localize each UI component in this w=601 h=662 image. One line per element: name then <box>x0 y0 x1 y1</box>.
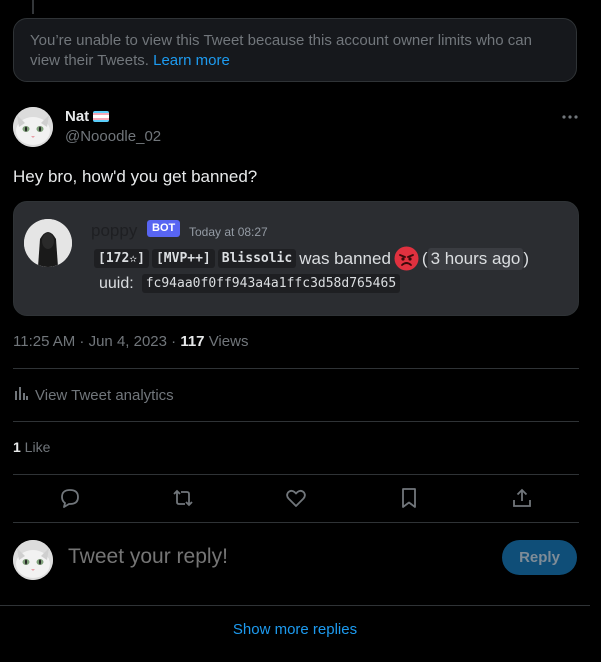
discord-timestamp: Today at 08:27 <box>189 225 268 239</box>
reply-button[interactable]: Reply <box>502 540 577 575</box>
divider <box>0 605 590 606</box>
more-icon[interactable] <box>560 108 580 128</box>
learn-more-link[interactable]: Learn more <box>153 52 230 69</box>
views-label: Views <box>204 333 249 350</box>
thread-line <box>32 0 34 14</box>
divider <box>13 368 579 369</box>
tweet-image[interactable]: poppy BOT Today at 08:27 [172✫] [MVP++] … <box>13 201 579 316</box>
show-more-replies-link[interactable]: Show more replies <box>0 621 590 638</box>
player-code: Blissolic <box>217 249 297 268</box>
ban-message: [172✫] [MVP++] Blissolic was banned ( 3 … <box>94 246 529 271</box>
retweet-icon[interactable] <box>171 486 195 510</box>
divider <box>13 474 579 475</box>
scrollbar[interactable] <box>590 0 601 662</box>
views-count: 117 <box>180 333 205 350</box>
likes-link[interactable]: 1 Like <box>13 439 50 455</box>
discord-username: poppy <box>91 221 138 240</box>
likes-count: 1 <box>13 439 21 455</box>
author-handle[interactable]: @Nooodle_02 <box>65 128 161 145</box>
uuid-label: uuid: <box>99 274 134 292</box>
share-icon[interactable] <box>510 486 534 510</box>
tier-code: [MVP++] <box>151 249 215 268</box>
analytics-label: View Tweet analytics <box>35 386 174 404</box>
author-name[interactable]: Nat <box>65 108 110 125</box>
banned-text: was banned <box>299 248 391 268</box>
analytics-icon <box>13 385 29 405</box>
ban-ago: 3 hours ago <box>427 247 524 270</box>
bookmark-icon[interactable] <box>397 486 421 510</box>
likes-label: Like <box>20 439 51 455</box>
angry-emoji-icon <box>394 246 419 271</box>
tweet-time[interactable]: 11:25 AM · Jun 4, 2023 · <box>13 333 180 350</box>
tweet-meta: 11:25 AM · Jun 4, 2023 · 117 Views <box>13 333 248 350</box>
ago-open: ( <box>421 248 428 268</box>
rank-code: [172✫] <box>94 249 149 268</box>
author-avatar[interactable] <box>13 107 53 147</box>
reply-input[interactable] <box>68 545 468 569</box>
divider <box>13 421 579 422</box>
tweet-text: Hey bro, how'd you get banned? <box>13 167 258 186</box>
like-icon[interactable] <box>284 486 308 510</box>
restricted-tweet-notice: You’re unable to view this Tweet because… <box>13 18 577 82</box>
restricted-message: You’re unable to view this Tweet because… <box>30 32 532 69</box>
uuid-line: uuid: fc94aa0f0ff943a4a1ffc3d58d765465 <box>99 274 403 293</box>
ago-close: ) <box>523 248 530 268</box>
uuid-value: fc94aa0f0ff943a4a1ffc3d58d765465 <box>141 274 401 293</box>
trans-flag-icon <box>93 111 110 122</box>
discord-avatar <box>24 219 72 267</box>
view-analytics-link[interactable]: View Tweet analytics <box>13 385 174 405</box>
user-avatar[interactable] <box>13 540 53 580</box>
bot-tag: BOT <box>147 220 181 237</box>
divider <box>13 522 579 523</box>
reply-icon[interactable] <box>58 486 82 510</box>
